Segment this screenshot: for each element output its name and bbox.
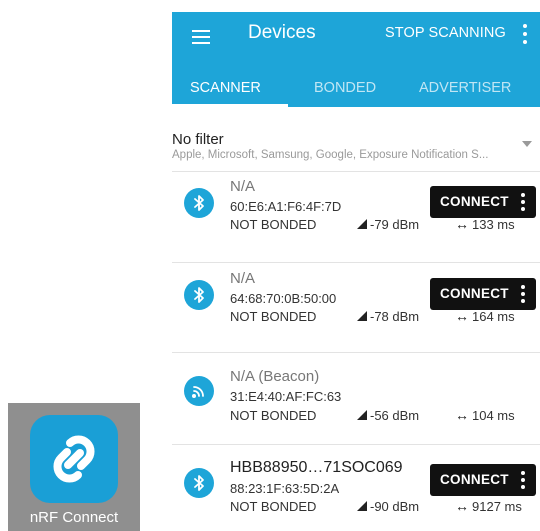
- signal-strength-icon: [357, 311, 367, 321]
- chain-link-icon: [53, 435, 95, 483]
- device-mac: 64:68:70:0B:50:00: [230, 291, 337, 306]
- rssi-value: -78 dBm: [370, 309, 420, 324]
- divider: [172, 262, 540, 263]
- app-bar: Devices STOP SCANNING SCANNER BONDED ADV…: [172, 12, 540, 107]
- connect-label: CONNECT: [440, 194, 509, 209]
- rssi-value: -90 dBm: [370, 499, 420, 514]
- signal-strength-icon: [357, 501, 367, 511]
- phone-screen: Devices STOP SCANNING SCANNER BONDED ADV…: [172, 12, 540, 531]
- advertising-interval: 164 ms: [472, 309, 515, 324]
- device-name: N/A (Beacon): [230, 368, 320, 385]
- nrf-connect-app-icon[interactable]: [30, 415, 118, 503]
- connect-button[interactable]: CONNECT: [430, 278, 536, 310]
- bond-status: NOT BONDED: [230, 309, 317, 324]
- rssi-value: -79 dBm: [370, 217, 420, 232]
- bond-status: NOT BONDED: [230, 499, 317, 514]
- dropdown-arrow-icon: [522, 141, 532, 147]
- interval-arrows-icon: ↔: [455, 407, 469, 423]
- device-name: N/A: [230, 178, 256, 195]
- connect-label: CONNECT: [440, 286, 509, 301]
- advertising-interval: 133 ms: [472, 217, 515, 232]
- divider: [172, 171, 540, 172]
- interval-arrows-icon: ↔: [455, 498, 469, 514]
- device-row[interactable]: N/A 60:E6:A1:F6:4F:7D NOT BONDED -79 dBm…: [172, 176, 540, 260]
- device-more-icon[interactable]: [518, 193, 528, 211]
- interval-arrows-icon: ↔: [455, 216, 469, 232]
- interval-arrows-icon: ↔: [455, 308, 469, 324]
- app-icon-label: nRF Connect: [29, 509, 119, 526]
- filter-title: No filter: [172, 131, 224, 148]
- filter-subtitle: Apple, Microsoft, Samsung, Google, Expos…: [172, 149, 489, 161]
- device-name: N/A: [230, 270, 256, 287]
- device-row[interactable]: HBB88950…71SOC069 88:23:1F:63:5D:2A NOT …: [172, 456, 540, 531]
- connect-label: CONNECT: [440, 472, 509, 487]
- bluetooth-icon: [184, 280, 214, 310]
- device-row[interactable]: N/A 64:68:70:0B:50:00 NOT BONDED -78 dBm…: [172, 268, 540, 352]
- bond-status: NOT BONDED: [230, 217, 317, 232]
- home-screen-app-tile[interactable]: nRF Connect: [8, 403, 140, 531]
- device-mac: 31:E4:40:AF:FC:63: [230, 389, 342, 404]
- device-name: HBB88950…71SOC069: [230, 459, 403, 476]
- tab-advertiser[interactable]: ADVERTISER: [419, 78, 511, 98]
- tab-bonded[interactable]: BONDED: [314, 78, 376, 98]
- page-title: Devices: [248, 22, 316, 43]
- toolbar: Devices STOP SCANNING: [172, 12, 540, 64]
- device-mac: 60:E6:A1:F6:4F:7D: [230, 199, 342, 214]
- device-more-icon[interactable]: [518, 285, 528, 303]
- advertising-interval: 9127 ms: [472, 499, 522, 514]
- signal-strength-icon: [357, 410, 367, 420]
- connect-button[interactable]: CONNECT: [430, 186, 536, 218]
- overflow-menu-icon[interactable]: [518, 22, 532, 46]
- divider: [172, 352, 540, 353]
- signal-strength-icon: [357, 219, 367, 229]
- rssi-value: -56 dBm: [370, 408, 420, 423]
- tab-scanner[interactable]: SCANNER: [190, 78, 261, 98]
- bluetooth-icon: [184, 468, 214, 498]
- advertising-interval: 104 ms: [472, 408, 515, 423]
- device-row[interactable]: N/A (Beacon) 31:E4:40:AF:FC:63 NOT BONDE…: [172, 364, 540, 448]
- connect-button[interactable]: CONNECT: [430, 464, 536, 496]
- divider: [172, 444, 540, 445]
- hamburger-menu-icon[interactable]: [190, 24, 216, 50]
- device-more-icon[interactable]: [518, 471, 528, 489]
- device-mac: 88:23:1F:63:5D:2A: [230, 481, 340, 496]
- bluetooth-icon: [184, 188, 214, 218]
- beacon-icon: [184, 376, 214, 406]
- tab-bar: SCANNER BONDED ADVERTISER: [172, 64, 540, 107]
- stop-scanning-button[interactable]: STOP SCANNING: [385, 22, 506, 44]
- filter-dropdown[interactable]: No filter Apple, Microsoft, Samsung, Goo…: [172, 107, 540, 171]
- bond-status: NOT BONDED: [230, 408, 317, 423]
